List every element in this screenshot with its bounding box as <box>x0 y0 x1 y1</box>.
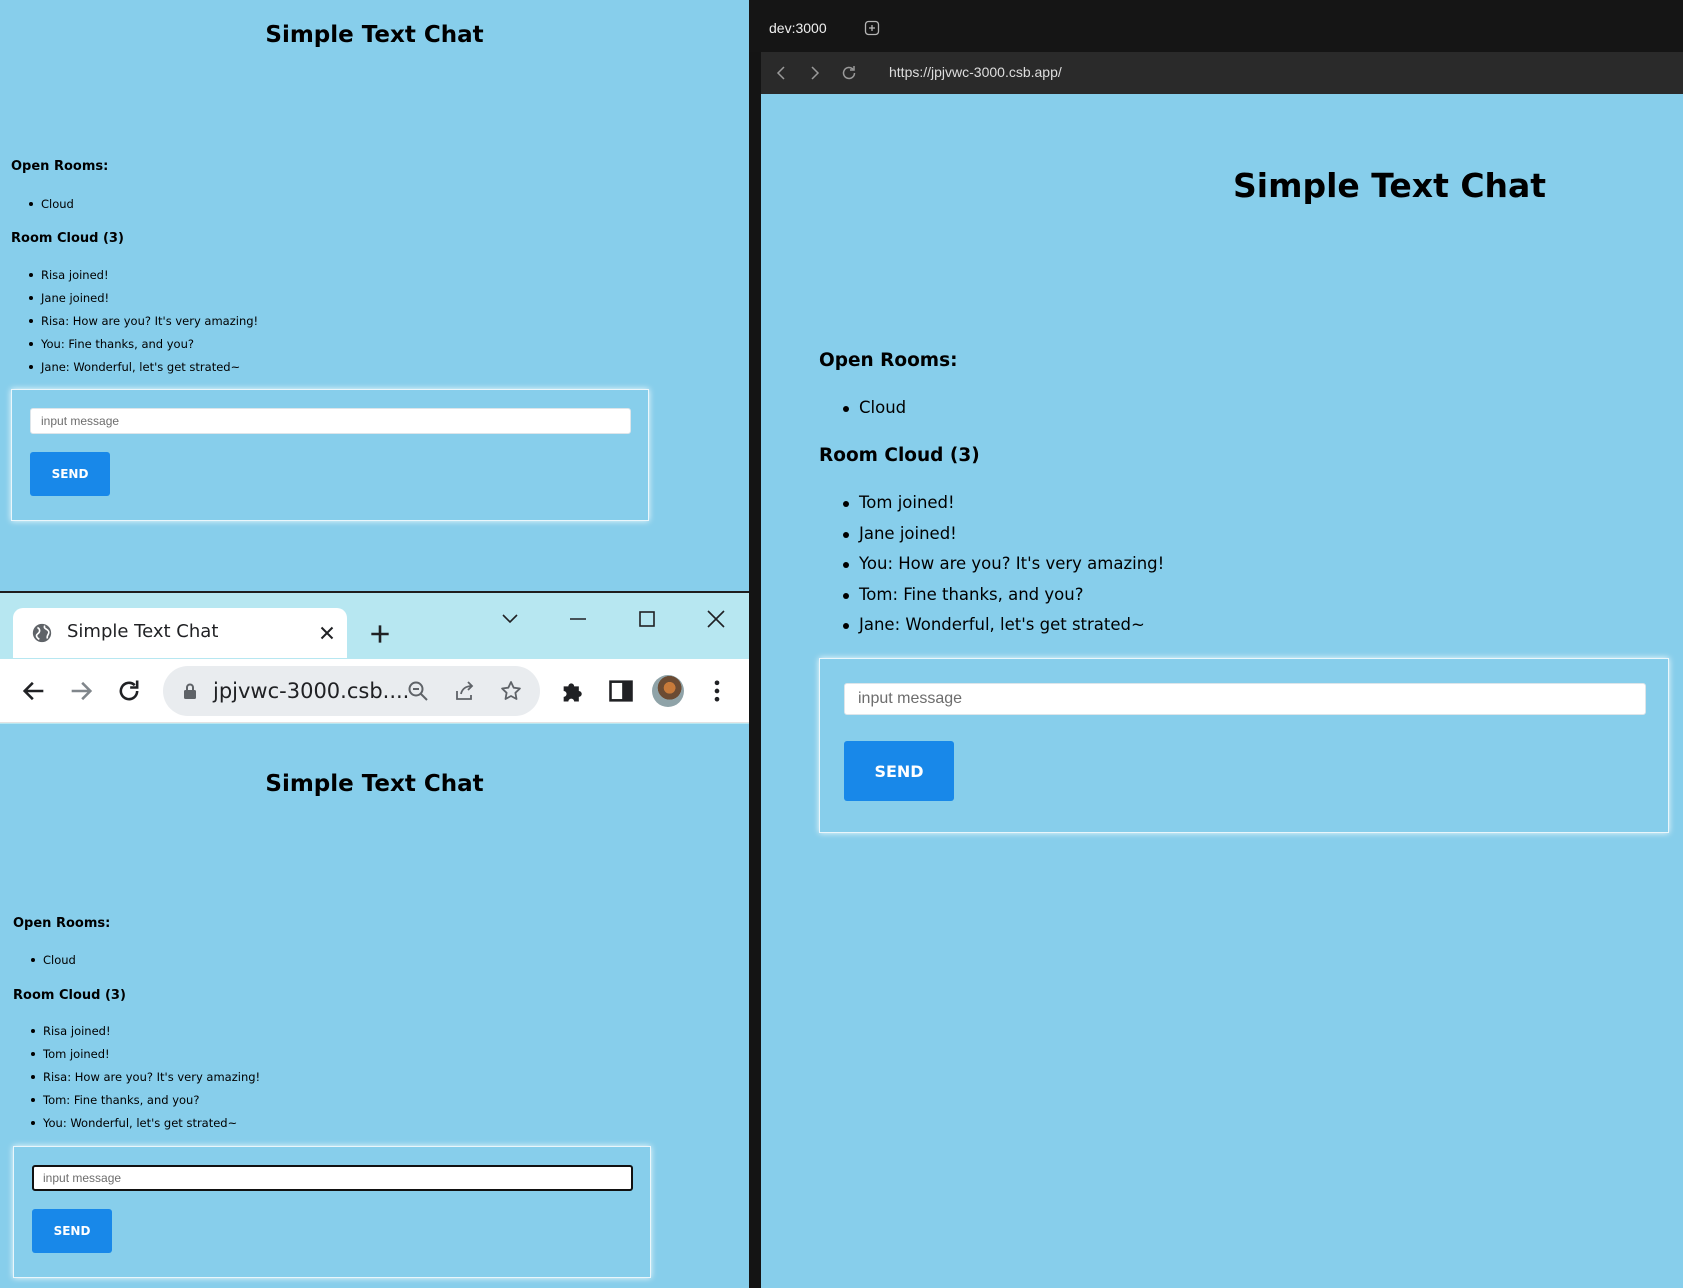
chrome-page-content: Simple Text Chat Open Rooms: Cloud Room … <box>0 724 749 1288</box>
room-list: Cloud <box>31 952 76 975</box>
close-icon[interactable] <box>316 622 338 644</box>
room-item-cloud[interactable]: Cloud <box>29 196 74 219</box>
message-item: Risa: How are you? It's very amazing! <box>28 313 258 336</box>
message-item: Jane: Wonderful, let's get strated~ <box>842 615 1164 646</box>
plus-icon[interactable] <box>367 621 393 647</box>
tab-strip: Simple Text Chat <box>0 593 749 659</box>
browser-toolbar: jpjvwc-3000.csb.... <box>0 659 749 723</box>
send-button[interactable]: SEND <box>30 452 110 496</box>
message-input[interactable] <box>32 1165 633 1191</box>
room-heading: Room Cloud (3) <box>11 231 124 246</box>
reload-icon[interactable] <box>115 677 143 705</box>
send-button[interactable]: SEND <box>32 1209 112 1253</box>
message-item: Risa joined! <box>30 1023 260 1046</box>
page-title: Simple Text Chat <box>265 771 484 797</box>
room-heading: Room Cloud (3) <box>13 988 126 1003</box>
message-item: Jane joined! <box>28 290 258 313</box>
message-input[interactable] <box>30 408 631 434</box>
message-item: You: Fine thanks, and you? <box>28 336 258 359</box>
page-title: Simple Text Chat <box>265 22 484 48</box>
room-list: Cloud <box>842 398 906 429</box>
message-item: Jane joined! <box>842 524 1164 555</box>
reload-icon[interactable] <box>840 64 858 82</box>
kebab-menu-icon[interactable] <box>703 677 731 705</box>
message-input[interactable] <box>844 683 1646 715</box>
room-list: Cloud <box>29 196 74 219</box>
message-item: Jane: Wonderful, let's get strated~ <box>28 359 258 382</box>
message-composer: SEND <box>13 1146 651 1278</box>
preview-page-content: Simple Text Chat Open Rooms: Cloud Room … <box>761 94 1683 1288</box>
send-button[interactable]: SEND <box>844 741 954 801</box>
message-list: Risa joined! Jane joined! Risa: How are … <box>28 267 258 382</box>
message-composer: SEND <box>819 658 1669 833</box>
avatar[interactable] <box>652 675 684 707</box>
side-panel-icon[interactable] <box>607 677 635 705</box>
message-item: You: How are you? It's very amazing! <box>842 554 1164 585</box>
open-rooms-heading: Open Rooms: <box>13 916 111 931</box>
chrome-window: Simple Text Chat jpjvwc-3000.csb.... Sim… <box>0 591 749 1288</box>
dev-tab-bar: dev:3000 <box>749 0 1683 52</box>
message-item: Tom: Fine thanks, and you? <box>842 585 1164 616</box>
preview-url-bar: https://jpjvwc-3000.csb.app/ <box>761 52 1683 94</box>
lock-icon[interactable] <box>182 682 198 700</box>
message-item: Tom joined! <box>30 1046 260 1069</box>
maximize-icon[interactable] <box>635 607 659 631</box>
room-item-cloud[interactable]: Cloud <box>842 398 906 429</box>
message-item: Risa joined! <box>28 267 258 290</box>
close-icon[interactable] <box>704 607 728 631</box>
message-item: Tom: Fine thanks, and you? <box>30 1092 260 1115</box>
star-icon[interactable] <box>499 679 523 703</box>
arrow-right-icon[interactable] <box>67 677 95 705</box>
tab-title: Simple Text Chat <box>67 621 219 642</box>
chevron-left-icon[interactable] <box>773 64 791 82</box>
message-composer: SEND <box>11 389 649 521</box>
url-text[interactable]: https://jpjvwc-3000.csb.app/ <box>889 64 1062 80</box>
arrow-left-icon[interactable] <box>20 677 48 705</box>
message-list: Tom joined! Jane joined! You: How are yo… <box>842 493 1164 646</box>
share-icon[interactable] <box>453 679 477 703</box>
open-rooms-heading: Open Rooms: <box>819 350 958 371</box>
globe-icon <box>31 622 53 644</box>
page-title: Simple Text Chat <box>1233 166 1547 205</box>
chevron-down-icon[interactable] <box>498 607 522 631</box>
room-item-cloud[interactable]: Cloud <box>31 952 76 975</box>
message-list: Risa joined! Tom joined! Risa: How are y… <box>30 1023 260 1138</box>
puzzle-icon[interactable] <box>559 677 587 705</box>
url-text[interactable]: jpjvwc-3000.csb.... <box>213 679 409 703</box>
room-heading: Room Cloud (3) <box>819 445 980 466</box>
message-item: You: Wonderful, let's get strated~ <box>30 1115 260 1138</box>
dev-preview-window: dev:3000 https://jpjvwc-3000.csb.app/ Si… <box>749 0 1683 1288</box>
tab-simple-text-chat[interactable]: Simple Text Chat <box>13 608 347 658</box>
plus-square-icon[interactable] <box>864 20 880 36</box>
minimize-icon[interactable] <box>566 607 590 631</box>
chat-window-top-left: Simple Text Chat Open Rooms: Cloud Room … <box>0 0 749 591</box>
dev-tab[interactable]: dev:3000 <box>769 20 827 36</box>
zoom-out-icon[interactable] <box>406 679 430 703</box>
message-item: Risa: How are you? It's very amazing! <box>30 1069 260 1092</box>
address-bar[interactable]: jpjvwc-3000.csb.... <box>163 666 540 716</box>
chevron-right-icon[interactable] <box>805 64 823 82</box>
open-rooms-heading: Open Rooms: <box>11 159 109 174</box>
message-item: Tom joined! <box>842 493 1164 524</box>
